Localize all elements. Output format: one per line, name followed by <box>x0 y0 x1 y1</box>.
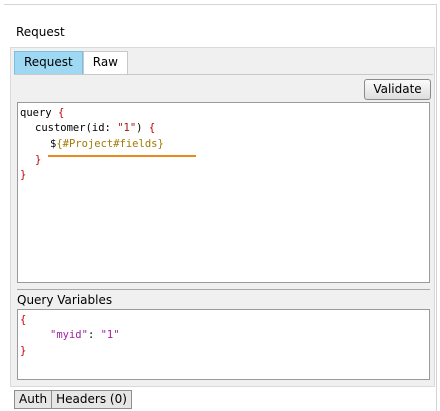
code-line-2: customer(id: "1") { <box>35 121 155 135</box>
bottom-tabs: Auth Headers (0) <box>14 390 132 409</box>
vars-value: "1" <box>100 329 120 341</box>
tab-headers[interactable]: Headers (0) <box>52 390 132 409</box>
close-paren: ) <box>136 122 149 134</box>
tab-auth[interactable]: Auth <box>14 390 53 409</box>
tab-request[interactable]: Request <box>14 51 83 74</box>
section-title: Request <box>16 25 65 39</box>
vars-close-brace: } <box>20 345 27 357</box>
request-tabs: Request Raw <box>14 51 128 74</box>
error-squiggle <box>48 155 196 157</box>
id-value: "1" <box>117 122 137 134</box>
customer-close-brace: } <box>35 154 42 166</box>
vars-key: "myid" <box>50 329 88 341</box>
query-variables-label: Query Variables <box>17 293 113 307</box>
vars-line-2: "myid": "1" <box>50 328 120 342</box>
validate-button[interactable]: Validate <box>364 79 431 100</box>
vars-line-3: } <box>20 344 26 358</box>
query-editor[interactable]: query { customer(id: "1") { ${#Project#f… <box>17 102 430 283</box>
code-line-1: query { <box>20 106 64 120</box>
code-line-3: ${#Project#fields} <box>50 137 164 151</box>
customer-field: customer(id: <box>35 122 118 134</box>
code-line-5: } <box>20 168 26 182</box>
query-close-brace: } <box>20 169 27 181</box>
query-variables-editor[interactable]: { "myid": "1" } <box>17 309 430 380</box>
vars-line-1: { <box>20 313 26 327</box>
open-brace: { <box>57 107 65 119</box>
query-keyword: query <box>20 107 52 119</box>
customer-open-brace: { <box>148 122 156 134</box>
right-border <box>436 4 437 411</box>
vars-colon: : <box>87 329 101 341</box>
code-line-4: } <box>35 153 41 167</box>
template-expression: {#Project#fields} <box>56 138 164 150</box>
splitter[interactable] <box>17 289 430 290</box>
vars-open-brace: { <box>20 314 27 326</box>
tab-raw[interactable]: Raw <box>82 51 128 74</box>
top-border <box>4 4 436 5</box>
